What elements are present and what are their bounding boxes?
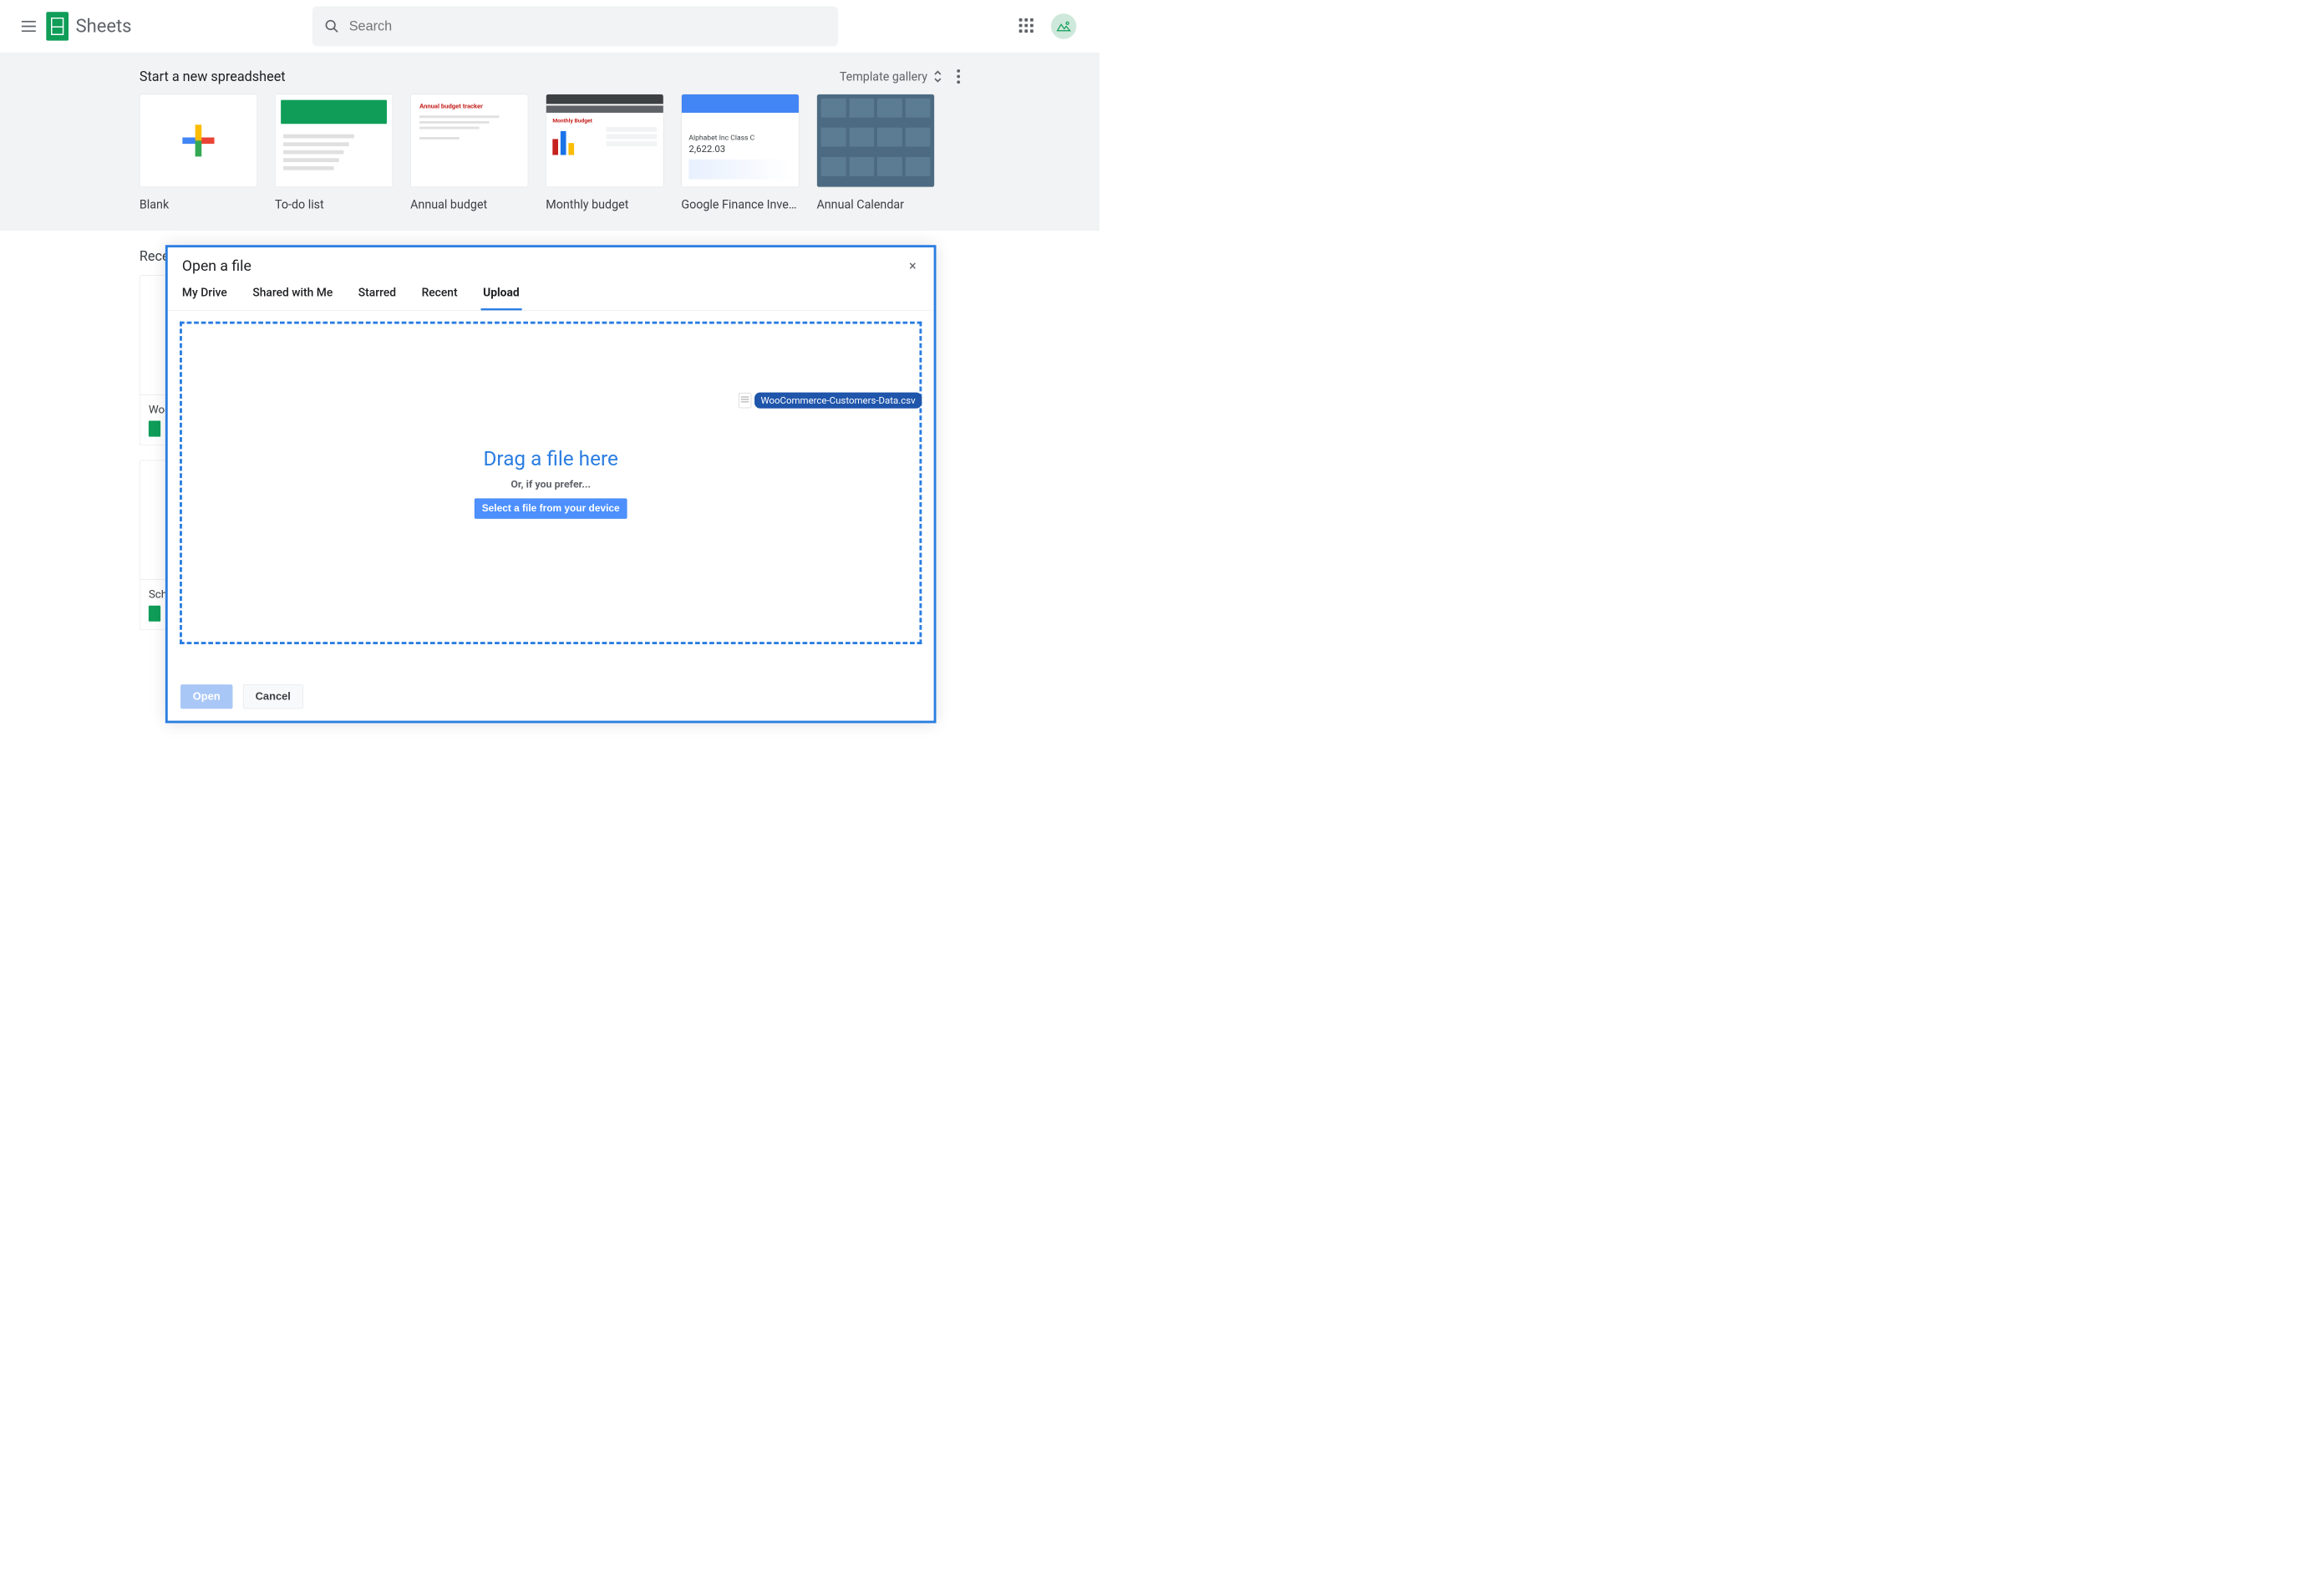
dropzone-subtitle: Or, if you prefer... bbox=[510, 479, 591, 490]
template-card-todo[interactable]: To-do list bbox=[275, 94, 393, 212]
app-header: Sheets bbox=[0, 0, 1100, 53]
template-card-finance[interactable]: Alphabet Inc Class C 2,622.03 Google Fina… bbox=[681, 94, 799, 212]
dragged-file-name: WooCommerce-Customers-Data.csv bbox=[754, 393, 922, 409]
dialog-footer: Open Cancel bbox=[168, 673, 934, 721]
open-file-dialog: Open a file × My Drive Shared with Me St… bbox=[165, 245, 937, 723]
dialog-close-button[interactable]: × bbox=[906, 257, 919, 273]
template-label: Blank bbox=[140, 197, 257, 211]
file-icon bbox=[739, 393, 751, 408]
templates-more-button[interactable] bbox=[957, 69, 960, 84]
open-button[interactable]: Open bbox=[180, 684, 232, 709]
tab-shared-with-me[interactable]: Shared with Me bbox=[252, 286, 333, 310]
sheets-file-icon bbox=[149, 606, 160, 622]
finance-name: Alphabet Inc Class C bbox=[688, 134, 791, 142]
template-gallery-button[interactable]: Template gallery bbox=[840, 69, 942, 84]
template-label: Monthly budget bbox=[546, 197, 663, 211]
plus-icon bbox=[182, 125, 214, 156]
template-strip: Start a new spreadsheet Template gallery bbox=[0, 53, 1100, 231]
template-card-calendar[interactable]: Annual Calendar bbox=[816, 94, 934, 212]
template-gallery-label: Template gallery bbox=[840, 69, 927, 84]
hamburger-icon bbox=[22, 21, 36, 32]
close-icon: × bbox=[909, 257, 917, 273]
dialog-title: Open a file bbox=[182, 257, 251, 275]
cancel-button[interactable]: Cancel bbox=[243, 684, 303, 709]
search-bar[interactable] bbox=[312, 7, 838, 47]
dragged-file: WooCommerce-Customers-Data.csv bbox=[739, 393, 922, 409]
tab-upload[interactable]: Upload bbox=[483, 286, 520, 310]
template-card-annual-budget[interactable]: Annual budget tracker Annual budget bbox=[410, 94, 528, 212]
search-icon bbox=[324, 18, 339, 34]
template-label: Annual budget bbox=[410, 197, 528, 211]
upload-dropzone[interactable]: Drag a file here Or, if you prefer... Se… bbox=[180, 322, 922, 644]
sheets-file-icon bbox=[149, 421, 160, 437]
unfold-icon bbox=[933, 70, 942, 83]
template-label: Google Finance Invest… bbox=[681, 197, 799, 211]
finance-price: 2,622.03 bbox=[688, 144, 791, 155]
app-title: Sheets bbox=[76, 16, 132, 38]
main-menu-button[interactable] bbox=[19, 17, 38, 36]
search-input[interactable] bbox=[349, 18, 826, 34]
tab-starred[interactable]: Starred bbox=[358, 286, 396, 310]
tab-recent[interactable]: Recent bbox=[422, 286, 458, 310]
template-card-blank[interactable]: Blank bbox=[140, 94, 257, 212]
dropzone-title: Drag a file here bbox=[483, 447, 617, 470]
templates-heading: Start a new spreadsheet bbox=[140, 69, 286, 84]
sheets-icon bbox=[46, 12, 69, 40]
template-label: To-do list bbox=[275, 197, 393, 211]
template-card-monthly-budget[interactable]: Monthly Budget Monthly budget bbox=[546, 94, 663, 212]
account-avatar[interactable] bbox=[1051, 13, 1077, 39]
app-logo[interactable]: Sheets bbox=[46, 12, 131, 40]
tab-my-drive[interactable]: My Drive bbox=[182, 286, 227, 310]
dialog-tabs: My Drive Shared with Me Starred Recent U… bbox=[168, 275, 934, 310]
template-label: Annual Calendar bbox=[816, 197, 934, 211]
avatar-landscape-icon bbox=[1056, 20, 1071, 32]
google-apps-button[interactable] bbox=[1019, 18, 1035, 34]
select-file-button[interactable]: Select a file from your device bbox=[475, 498, 627, 518]
